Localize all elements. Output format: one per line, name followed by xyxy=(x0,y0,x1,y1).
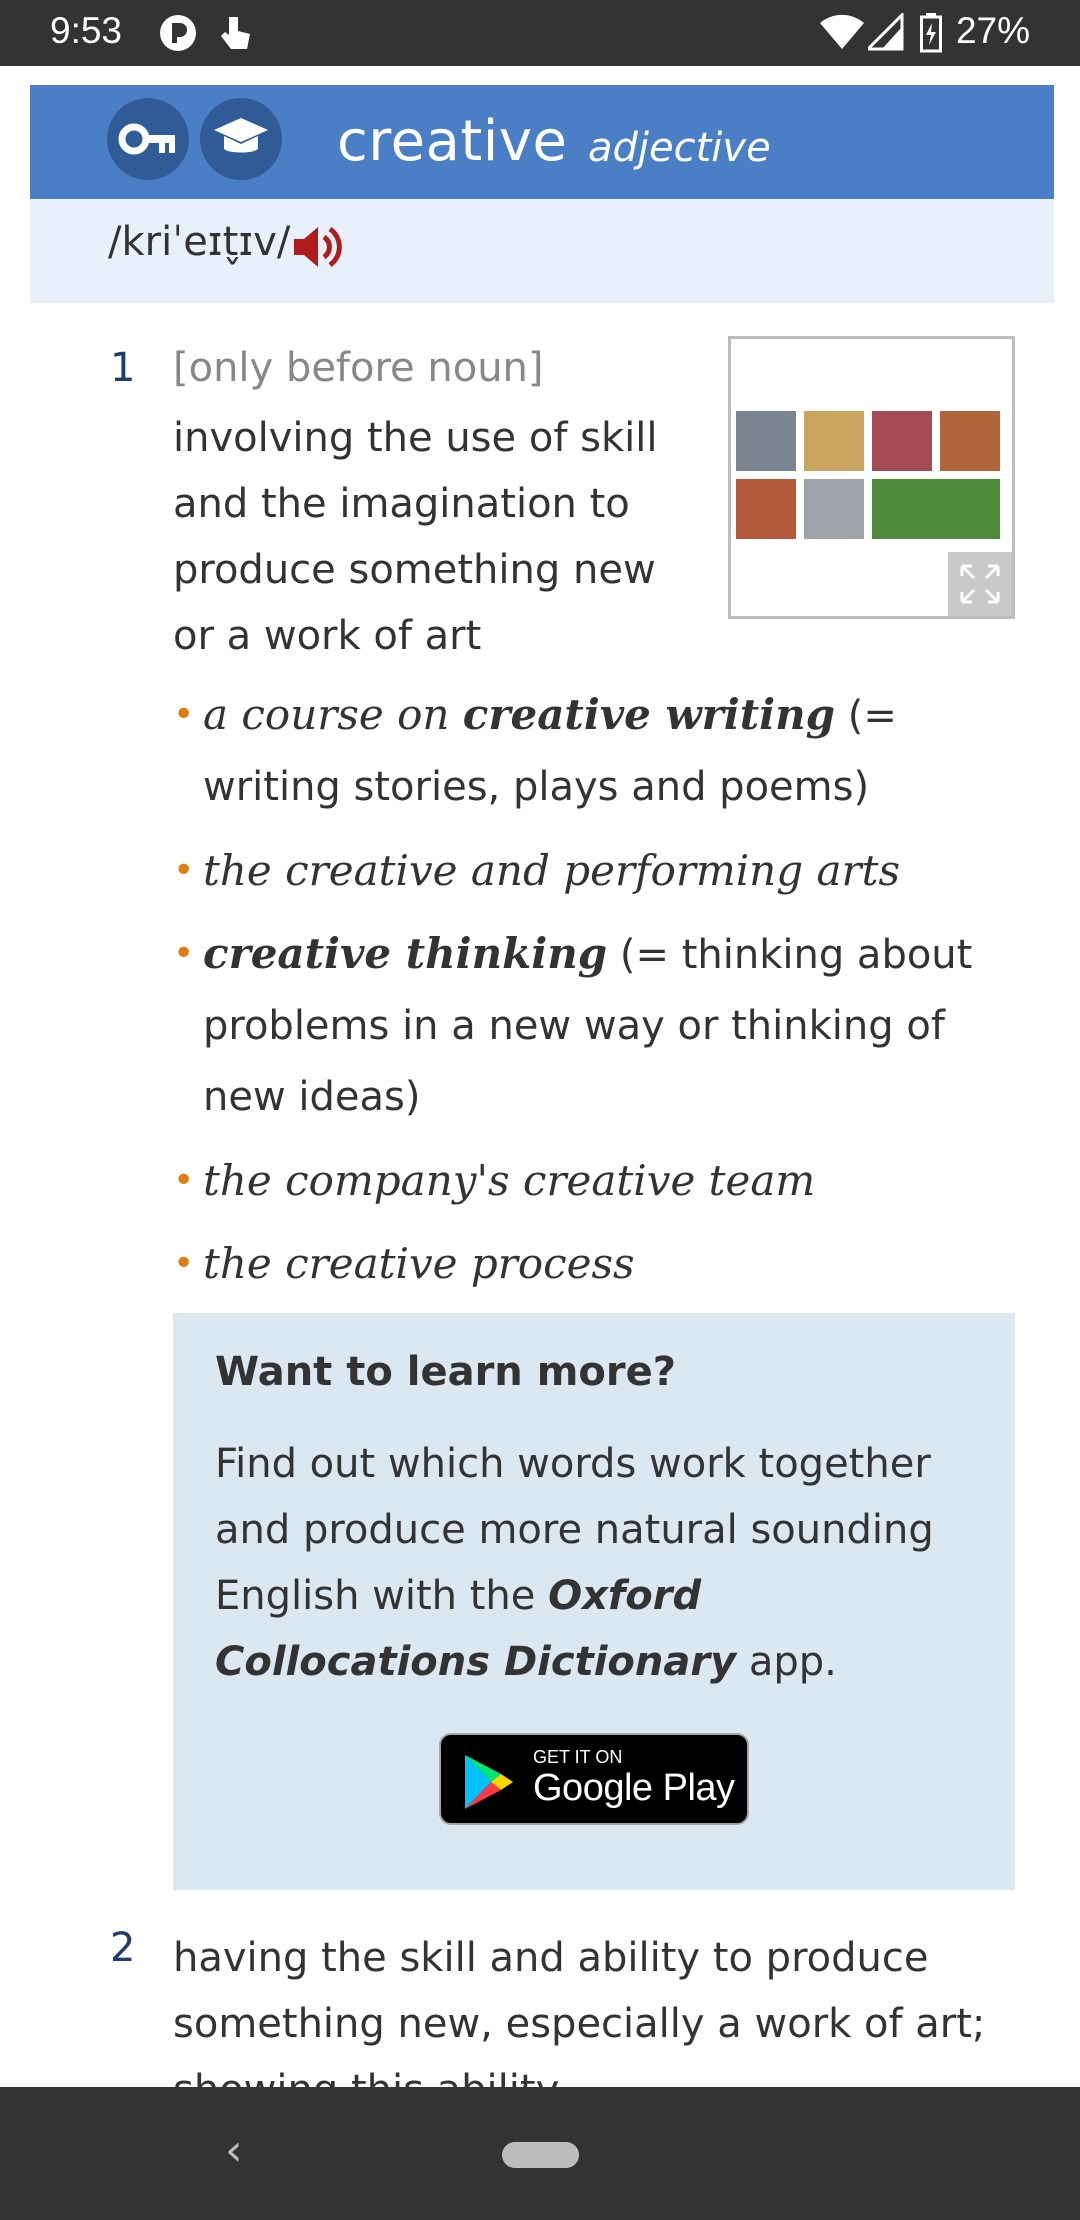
app-notification-icon xyxy=(158,13,198,57)
example-sentence: • a course on creative writing (= writing… xyxy=(173,680,1033,822)
home-pill[interactable] xyxy=(502,2142,579,2168)
oxford-3000-key-icon[interactable] xyxy=(107,98,189,180)
picture-tile xyxy=(804,411,864,471)
picture-tile xyxy=(804,479,864,539)
picture-thumbnail[interactable] xyxy=(728,336,1015,619)
pronunciation-bar: /kriˈeɪt̬ɪv/ xyxy=(30,199,1054,303)
bullet-icon: • xyxy=(173,850,195,891)
part-of-speech: adjective xyxy=(588,125,771,171)
bullet-icon: • xyxy=(173,694,195,735)
expand-icon[interactable] xyxy=(948,552,1012,616)
picture-tile xyxy=(872,411,932,471)
example-sentence: • the company's creative team xyxy=(173,1146,1033,1215)
grammar-label: [only before noun] xyxy=(173,345,544,391)
speaker-icon[interactable] xyxy=(290,221,346,277)
back-button[interactable]: ‹ xyxy=(225,2125,243,2176)
status-bar: 9:53 27% xyxy=(0,0,1080,66)
learn-more-text: Find out which words work together and p… xyxy=(215,1431,985,1695)
picture-tile xyxy=(736,411,796,471)
collocation: creative writing xyxy=(462,690,836,739)
definition: having the skill and ability to produce … xyxy=(173,1935,986,2087)
sense-number: 2 xyxy=(110,1925,136,1971)
wifi-icon xyxy=(818,13,866,57)
battery-icon xyxy=(920,13,942,57)
example-list: • a course on creative writing (= writing… xyxy=(173,680,1033,1312)
google-play-icon xyxy=(465,1755,513,1809)
sense-number: 1 xyxy=(110,345,136,391)
entry-header: creative adjective xyxy=(30,85,1054,199)
collocation: creative thinking xyxy=(203,929,608,978)
google-play-badge[interactable]: GET IT ON Google Play xyxy=(439,1733,749,1825)
picture-tile xyxy=(736,479,796,539)
example-text: a course on xyxy=(203,690,463,739)
academic-cap-icon[interactable] xyxy=(200,98,282,180)
learn-more-text-end: app. xyxy=(736,1639,837,1685)
example-sentence: • the creative and performing arts xyxy=(173,836,1033,905)
example-text: the company's creative team xyxy=(203,1156,816,1205)
definition: involving the use of skill and the imagi… xyxy=(173,415,658,659)
pronunciation: /kriˈeɪt̬ɪv/ xyxy=(108,219,291,265)
touch-icon xyxy=(215,13,253,57)
picture-tile xyxy=(872,479,1000,539)
battery-percentage: 27% xyxy=(955,10,1030,51)
example-sentence: • the creative process xyxy=(173,1229,1033,1298)
bullet-icon: • xyxy=(173,1243,195,1284)
example-text: the creative and performing arts xyxy=(203,846,901,895)
clock: 9:53 xyxy=(50,10,123,51)
signal-icon xyxy=(864,11,904,57)
badge-small-text: GET IT ON xyxy=(533,1747,623,1767)
navigation-bar: ‹ xyxy=(0,2087,1080,2220)
learn-more-box: Want to learn more? Find out which words… xyxy=(173,1313,1015,1890)
picture-tile xyxy=(940,411,1000,471)
bullet-icon: • xyxy=(173,1160,195,1201)
learn-more-title: Want to learn more? xyxy=(215,1349,676,1395)
bullet-icon: • xyxy=(173,933,195,974)
example-sentence: • creative thinking (= thinking about pro… xyxy=(173,919,1033,1132)
badge-large-text: Google Play xyxy=(533,1767,735,1809)
headword: creative xyxy=(337,109,568,174)
example-text: the creative process xyxy=(203,1239,635,1288)
